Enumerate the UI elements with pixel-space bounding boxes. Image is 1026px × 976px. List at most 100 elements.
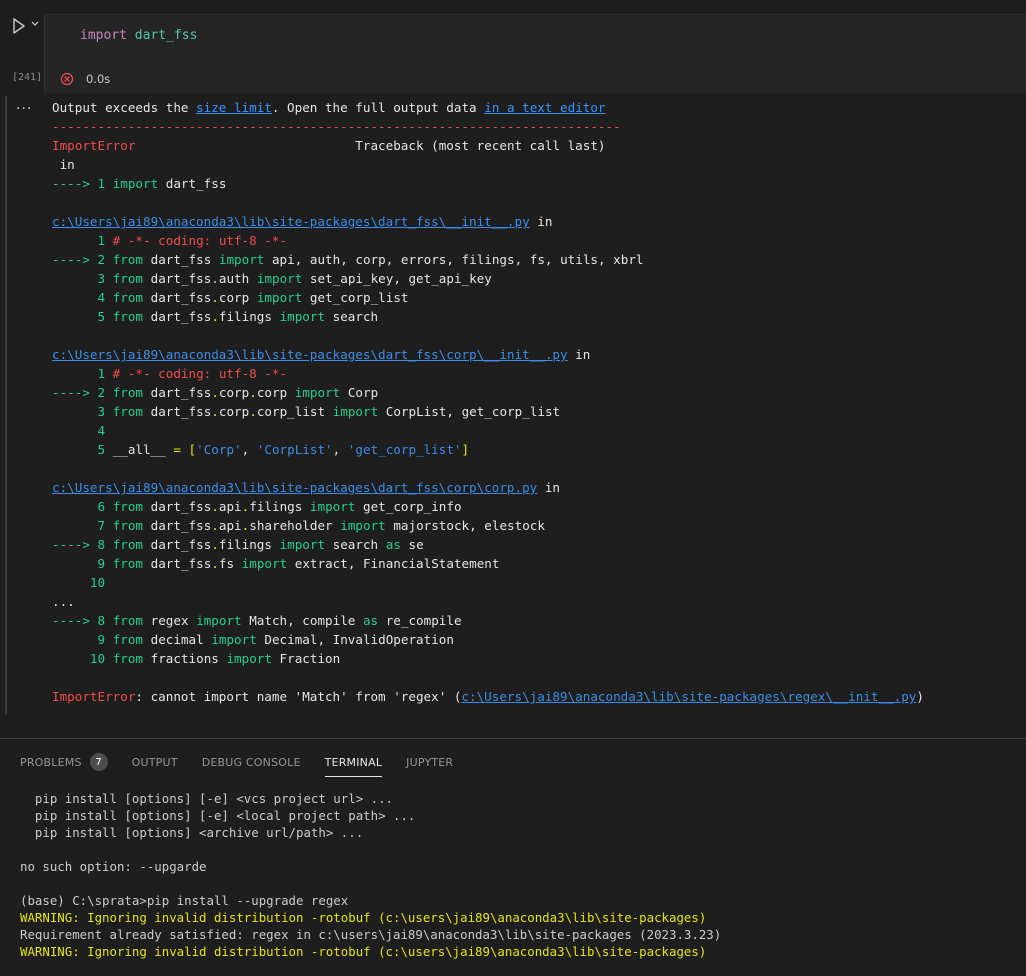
- in-label: in: [537, 480, 561, 495]
- terminal-line: no such option: --upgarde: [20, 859, 207, 874]
- output-notice: Output exceeds the size limit. Open the …: [52, 98, 1022, 117]
- keyword-from: from: [112, 537, 144, 552]
- traceback-arrow: ---->: [52, 252, 98, 267]
- traceback-arrow: ---->: [52, 385, 98, 400]
- in-label: in: [529, 214, 553, 229]
- code-line: import dart_fss: [80, 28, 197, 43]
- notice-text: . Open the full output data: [271, 100, 485, 115]
- traceback-arrow: [52, 575, 90, 590]
- code-dot: .: [211, 556, 219, 571]
- chevron-down-icon[interactable]: [30, 18, 40, 30]
- line-number: 10: [89, 651, 106, 666]
- file-path-link[interactable]: c:\Users\jai89\anaconda3\lib\site-packag…: [52, 480, 537, 495]
- tab-label: TERMINAL: [324, 755, 383, 769]
- keyword-import: import: [279, 537, 326, 552]
- output-menu-icon[interactable]: ...: [16, 97, 32, 113]
- module-name: fs: [218, 556, 235, 571]
- keyword-import: import: [340, 518, 386, 533]
- module-name: regex: [150, 613, 189, 628]
- error-status-icon: [60, 72, 74, 86]
- traceback-arrow: [52, 404, 98, 419]
- code-dot: .: [211, 518, 219, 533]
- traceback-arrow: [52, 290, 98, 305]
- module-name: filings: [249, 499, 303, 514]
- dashes: ----------------------------------------…: [52, 119, 621, 134]
- keyword-from: from: [112, 613, 144, 628]
- code-dot: .: [211, 537, 219, 552]
- keyword-from: from: [112, 556, 144, 571]
- tab-output[interactable]: OUTPUT: [132, 751, 178, 773]
- tab-problems[interactable]: PROBLEMS 7: [20, 751, 108, 773]
- tab-label: JUPYTER: [406, 755, 454, 769]
- line-number: 3: [97, 271, 106, 286]
- keyword-import: import: [294, 385, 341, 400]
- keyword-import: import: [332, 404, 379, 419]
- line-number: 6: [97, 499, 106, 514]
- code-text: ,: [241, 442, 257, 457]
- in-label: in: [52, 157, 75, 172]
- traceback-arrow: ---->: [52, 613, 98, 628]
- traceback-arrow: ---->: [52, 537, 98, 552]
- line-number: 9: [97, 632, 106, 647]
- keyword-import: import: [256, 271, 303, 286]
- file-path-link[interactable]: c:\Users\jai89\anaconda3\lib\site-packag…: [52, 214, 530, 229]
- keyword-from: from: [112, 499, 144, 514]
- keyword-from: from: [112, 404, 144, 419]
- line-number: 5: [97, 442, 106, 457]
- line-number: 4: [97, 423, 106, 438]
- code-dot: .: [249, 404, 257, 419]
- open-in-editor-link[interactable]: in a text editor: [484, 100, 605, 115]
- tab-terminal[interactable]: TERMINAL: [324, 751, 383, 777]
- code-comment: # -*- coding: utf-8 -*-: [105, 366, 288, 381]
- module-name: dart_fss: [150, 309, 212, 324]
- line-number: 2: [97, 385, 106, 400]
- code-frame-line: 7 from dart_fss.api.shareholder import m…: [52, 516, 1022, 535]
- code-string: 'CorpList': [256, 442, 333, 457]
- tab-jupyter[interactable]: JUPYTER: [406, 751, 453, 773]
- terminal-line: (base) C:\sprata>pip install --upgrade r…: [20, 893, 349, 908]
- code-frame-line: 5 from dart_fss.filings import search: [52, 307, 1022, 326]
- code-string: 'get_corp_list': [347, 442, 462, 457]
- module-name: corp: [218, 404, 250, 419]
- file-path-link[interactable]: c:\Users\jai89\anaconda3\lib\site-packag…: [52, 347, 568, 362]
- imported-names: CorpList, get_corp_list: [378, 404, 561, 419]
- frame-path-line: c:\Users\jai89\anaconda3\lib\site-packag…: [52, 212, 1022, 231]
- code-frame-line: 10 from fractions import Fraction: [52, 649, 1022, 668]
- imported-names: search: [325, 309, 379, 324]
- tab-debug-console[interactable]: DEBUG CONSOLE: [202, 751, 301, 773]
- error-message: : cannot import name 'Match' from 'regex…: [135, 689, 462, 704]
- module-name: corp: [218, 290, 250, 305]
- in-label: in: [567, 347, 591, 362]
- imported-names: Fraction: [271, 651, 341, 666]
- size-limit-link[interactable]: size limit: [196, 100, 272, 115]
- file-path-link[interactable]: c:\Users\jai89\anaconda3\lib\site-packag…: [461, 689, 916, 704]
- traceback-arrow: [52, 423, 98, 438]
- code-editor[interactable]: import dart_fss: [44, 14, 1026, 93]
- terminal-output[interactable]: pip install [options] [-e] <vcs project …: [20, 790, 1020, 960]
- module-name: dart_fss: [150, 271, 212, 286]
- notebook-cell: [241] import dart_fss 0.0s: [0, 0, 1026, 94]
- run-cell-icon[interactable]: [12, 18, 26, 34]
- code-comment: # -*- coding: utf-8 -*-: [105, 233, 288, 248]
- ellipsis-line: ...: [52, 592, 1022, 611]
- code-dot: .: [211, 404, 219, 419]
- alias-name: re_compile: [378, 613, 462, 628]
